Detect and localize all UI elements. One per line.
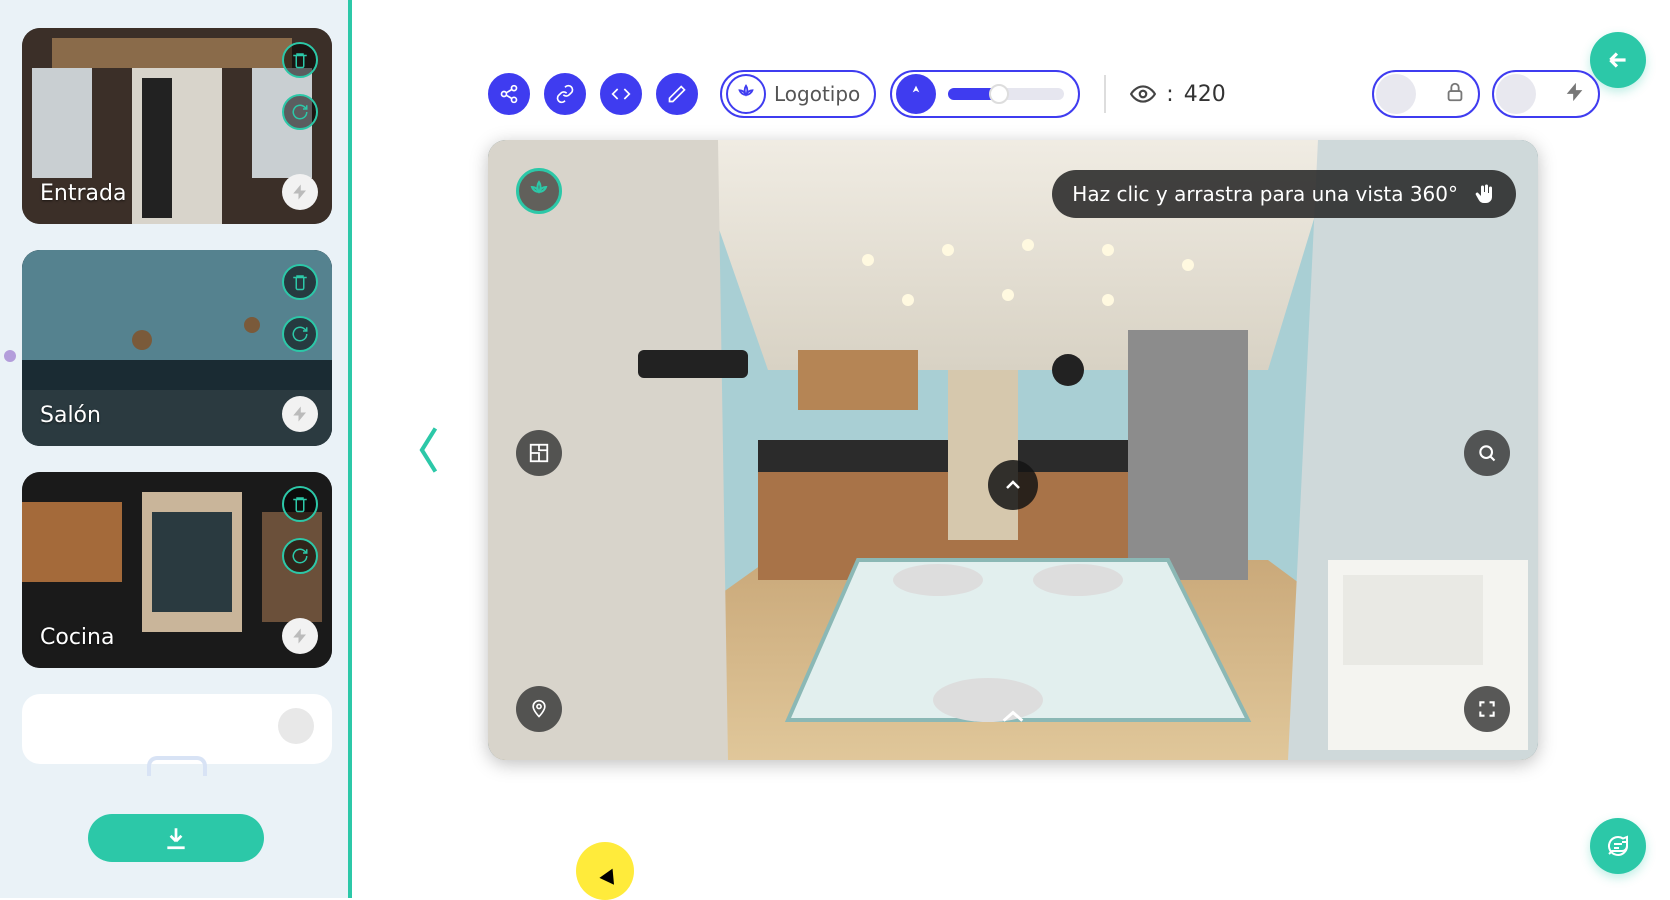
flash-toggle[interactable] bbox=[1492, 70, 1600, 118]
map-button[interactable] bbox=[516, 686, 562, 732]
refresh-icon bbox=[291, 103, 309, 121]
flash-icon bbox=[291, 183, 309, 201]
placeholder-dot-icon bbox=[278, 708, 314, 744]
code-icon bbox=[611, 84, 631, 104]
refresh-button[interactable] bbox=[282, 94, 318, 130]
flash-icon bbox=[291, 627, 309, 645]
logo-label: Logotipo bbox=[774, 82, 860, 106]
panorama-image bbox=[488, 140, 1538, 760]
separator bbox=[1104, 75, 1106, 113]
thumbnail-list: Entrada Salón bbox=[22, 28, 332, 764]
link-button[interactable] bbox=[544, 73, 586, 115]
toolbar: Logotipo : 420 bbox=[488, 70, 1226, 118]
delete-button[interactable] bbox=[282, 42, 318, 78]
sidebar: Entrada Salón bbox=[0, 0, 352, 898]
download-button[interactable] bbox=[88, 814, 264, 862]
slider-knob[interactable] bbox=[989, 84, 1009, 104]
refresh-button[interactable] bbox=[282, 316, 318, 352]
panorama-viewer[interactable]: Haz clic y arrastra para una vista 360° bbox=[488, 140, 1538, 760]
flash-button[interactable] bbox=[282, 618, 318, 654]
zoom-button[interactable] bbox=[1464, 430, 1510, 476]
search-icon bbox=[1477, 443, 1497, 463]
edit-button[interactable] bbox=[656, 73, 698, 115]
lotus-icon bbox=[527, 179, 551, 203]
pencil-icon bbox=[667, 84, 687, 104]
views-value: 420 bbox=[1184, 82, 1226, 107]
share-button[interactable] bbox=[488, 73, 530, 115]
prev-button[interactable] bbox=[408, 428, 452, 472]
toggle-knob bbox=[1376, 74, 1416, 114]
trash-icon bbox=[291, 495, 309, 513]
toggle-knob bbox=[1496, 74, 1536, 114]
trash-icon bbox=[291, 51, 309, 69]
floorplan-icon bbox=[528, 442, 550, 464]
hint-text: Haz clic y arrastra para una vista 360° bbox=[1072, 182, 1458, 206]
thumbnail-placeholder[interactable] bbox=[22, 694, 332, 764]
link-icon bbox=[555, 84, 575, 104]
trash-icon bbox=[291, 273, 309, 291]
compass-icon bbox=[906, 84, 926, 104]
thumbnail-label: Entrada bbox=[40, 181, 126, 206]
flash-icon bbox=[1564, 81, 1586, 107]
refresh-icon bbox=[291, 547, 309, 565]
logo-icon-circle bbox=[726, 74, 766, 114]
delete-button[interactable] bbox=[282, 264, 318, 300]
lotus-icon bbox=[735, 83, 757, 105]
view-count: : 420 bbox=[1130, 81, 1225, 107]
chevron-up-icon bbox=[999, 706, 1027, 726]
refresh-icon bbox=[291, 325, 309, 343]
placeholder-line-icon bbox=[147, 756, 207, 776]
compass-icon-circle bbox=[896, 74, 936, 114]
download-icon bbox=[163, 825, 189, 851]
rotation-slider[interactable] bbox=[890, 70, 1080, 118]
thumbnail-entrada[interactable]: Entrada bbox=[22, 28, 332, 224]
flash-button[interactable] bbox=[282, 174, 318, 210]
thumbnail-label: Salón bbox=[40, 403, 101, 428]
pin-icon bbox=[529, 699, 549, 719]
flash-button[interactable] bbox=[282, 396, 318, 432]
drag-hint: Haz clic y arrastra para una vista 360° bbox=[1052, 170, 1516, 218]
chat-icon bbox=[1606, 834, 1630, 858]
share-icon bbox=[499, 84, 519, 104]
cursor-highlight-icon bbox=[576, 842, 634, 900]
slider-track[interactable] bbox=[948, 88, 1064, 100]
refresh-button[interactable] bbox=[282, 538, 318, 574]
fullscreen-button[interactable] bbox=[1464, 686, 1510, 732]
thumbnail-label: Cocina bbox=[40, 625, 114, 650]
logo-pill[interactable]: Logotipo bbox=[720, 70, 876, 118]
toggles-group bbox=[1372, 70, 1600, 118]
chevron-left-icon bbox=[413, 423, 447, 477]
hand-icon bbox=[1472, 182, 1496, 206]
floorplan-button[interactable] bbox=[516, 430, 562, 476]
embed-button[interactable] bbox=[600, 73, 642, 115]
arrow-left-icon bbox=[1605, 47, 1631, 73]
flash-icon bbox=[291, 405, 309, 423]
delete-button[interactable] bbox=[282, 486, 318, 522]
viewer-wrap: Haz clic y arrastra para una vista 360° bbox=[408, 140, 1544, 760]
expand-icon bbox=[1477, 699, 1497, 719]
thumbnail-salon[interactable]: Salón bbox=[22, 250, 332, 446]
views-prefix: : bbox=[1166, 82, 1173, 107]
lock-icon bbox=[1444, 81, 1466, 107]
chat-button[interactable] bbox=[1590, 818, 1646, 874]
lock-toggle[interactable] bbox=[1372, 70, 1480, 118]
nav-hotspot[interactable] bbox=[988, 460, 1038, 510]
nav-hotspot-lower[interactable] bbox=[999, 706, 1027, 730]
thumbnail-cocina[interactable]: Cocina bbox=[22, 472, 332, 668]
brand-logo bbox=[516, 168, 562, 214]
scroll-indicator bbox=[4, 350, 16, 362]
chevron-up-icon bbox=[1001, 473, 1025, 497]
eye-icon bbox=[1130, 81, 1156, 107]
